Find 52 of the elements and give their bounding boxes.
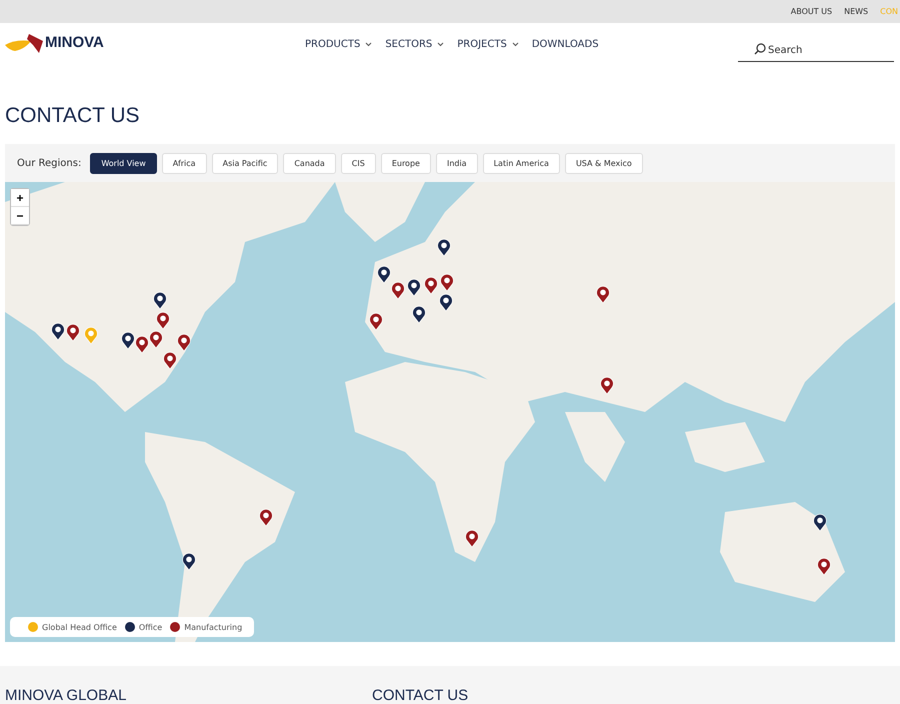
map-pin-icon[interactable] — [600, 376, 614, 395]
region-tab[interactable]: India — [436, 152, 478, 174]
map-pin-icon[interactable] — [412, 305, 426, 324]
map-pin-icon[interactable] — [440, 273, 454, 292]
logo-text[interactable]: MINOVA — [45, 34, 104, 50]
map-pin-icon[interactable] — [817, 557, 831, 576]
top-link[interactable]: NEWS — [844, 7, 868, 16]
nav-link[interactable]: SECTORS — [385, 38, 444, 50]
map-pin-icon[interactable] — [135, 335, 149, 354]
map-pin-icon[interactable] — [596, 285, 610, 304]
map-pin-icon[interactable] — [813, 513, 827, 532]
map-pin-icon[interactable] — [391, 281, 405, 300]
footer-heading: CONTACT US — [372, 687, 470, 704]
map-pin-icon[interactable] — [152, 291, 167, 310]
region-tab[interactable]: Asia Pacific — [212, 152, 278, 174]
map-pin-icon[interactable] — [51, 322, 65, 341]
map-pin-icon[interactable] — [465, 529, 479, 548]
map-pin-icon[interactable] — [259, 508, 273, 527]
nav-link[interactable]: PROJECTS — [457, 38, 519, 50]
regions-label: Our Regions: — [17, 158, 82, 168]
legend-label: Office — [138, 622, 162, 632]
zoom-in-button[interactable]: + — [11, 189, 29, 207]
search-icon — [754, 43, 766, 55]
legend-label: Global Head Office — [42, 622, 117, 632]
map-pin-icon[interactable] — [121, 330, 135, 350]
map-pin-icon[interactable] — [163, 351, 177, 370]
region-tab[interactable]: Africa — [162, 152, 207, 174]
map-pin-icon[interactable] — [377, 265, 391, 284]
map-pin-icon[interactable] — [369, 312, 383, 331]
map-pin-icon[interactable] — [437, 238, 451, 257]
map-pin-icon[interactable] — [407, 278, 421, 297]
map-pin-icon[interactable] — [66, 323, 80, 342]
map-pin-icon[interactable] — [182, 552, 196, 571]
nav-link[interactable]: DOWNLOADS — [532, 38, 599, 50]
footer-heading: MINOVA GLOBAL — [5, 687, 128, 704]
region-tab[interactable]: CIS — [340, 152, 376, 174]
map-pin-icon[interactable] — [148, 330, 163, 349]
region-tab[interactable]: Latin America — [482, 152, 560, 174]
map-pin-icon[interactable] — [424, 276, 438, 295]
nav-link[interactable]: PRODUCTS — [305, 38, 372, 50]
region-tab[interactable]: USA & Mexico — [564, 152, 643, 174]
search-field[interactable]: Search — [738, 40, 894, 62]
page-title: CONTACT US — [5, 104, 141, 128]
map-pin-icon[interactable] — [439, 293, 453, 312]
map-pin-icon[interactable] — [156, 311, 170, 330]
legend-label: Manufacturing — [184, 622, 242, 632]
region-tab[interactable]: World View — [90, 152, 157, 174]
logo-icon[interactable] — [5, 31, 43, 53]
map-pin-icon[interactable] — [177, 333, 191, 352]
region-tab[interactable]: Canada — [283, 152, 336, 174]
top-link[interactable]: ABOUT US — [790, 7, 832, 16]
region-tab[interactable]: Europe — [380, 152, 431, 174]
